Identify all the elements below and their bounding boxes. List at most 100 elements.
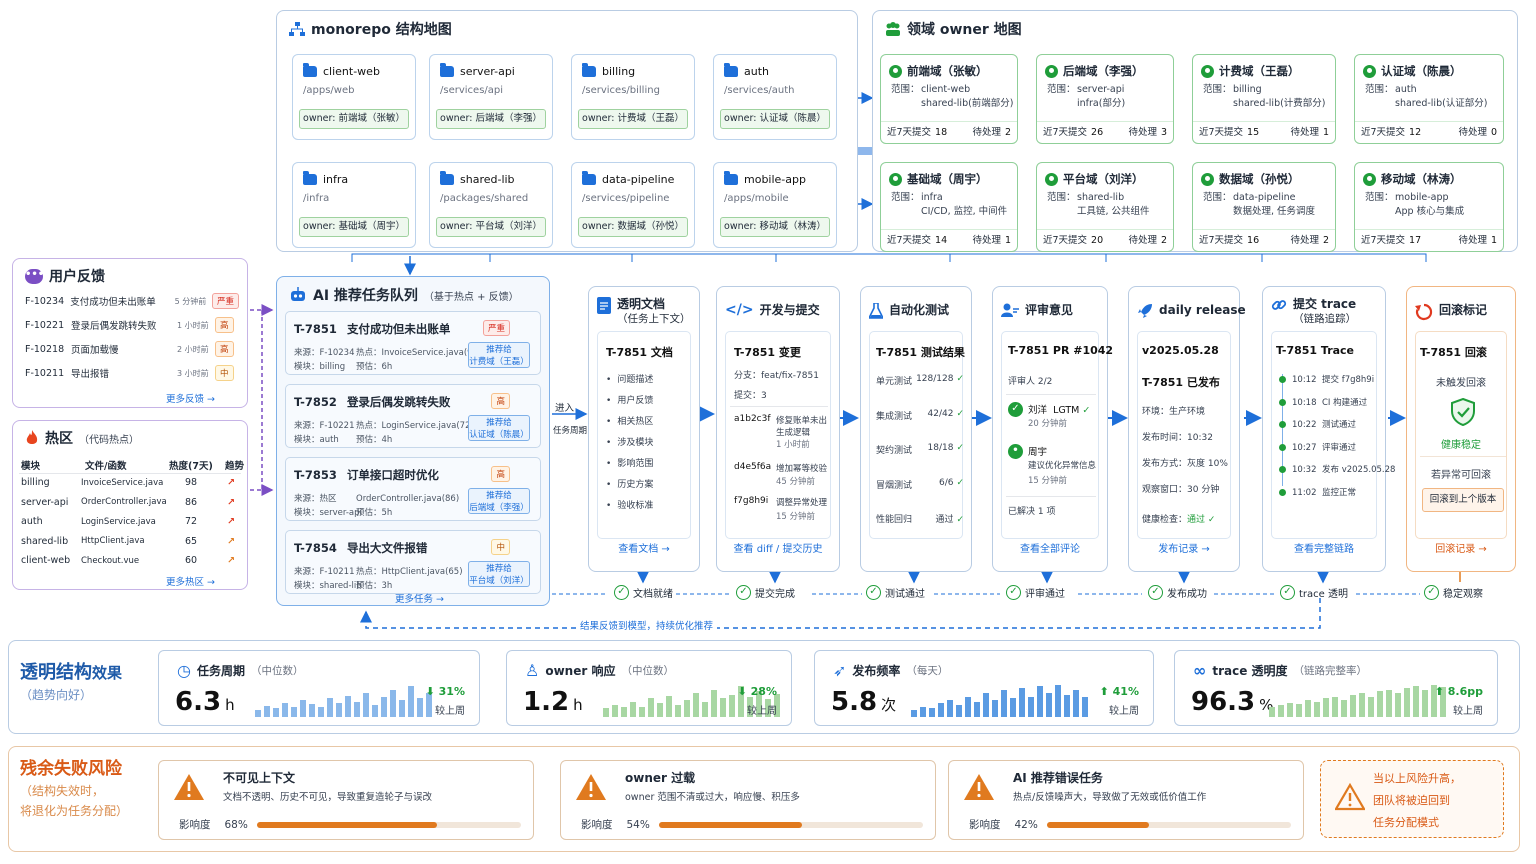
- recommend-badge[interactable]: 推荐给 后端域（李强）: [468, 488, 530, 514]
- scope-label: 范围：: [1365, 192, 1394, 203]
- hotspot-row[interactable]: client-web Checkout.vue 60 ↗: [21, 555, 243, 566]
- view-comments-link[interactable]: 查看全部评论: [993, 540, 1107, 555]
- owner-card[interactable]: 基础域（周宇） 范围：infra CI/CD, 监控, 中间件 近7天提交 14 待处理 1: [880, 162, 1018, 252]
- hotspot-row[interactable]: shared-lib HttpClient.java 65 ↗: [21, 536, 243, 547]
- owner-card[interactable]: 移动域（林涛） 范围：mobile-app App 核心与集成 近7天提交 17 待处理 1: [1354, 162, 1504, 252]
- task-card[interactable]: T-7852 登录后偶发跳转失败 高来源：F-10221 热点：LoginServic…: [285, 384, 541, 448]
- pending-stat: 待处理 2: [972, 122, 1011, 143]
- spark-bar: [309, 704, 315, 717]
- task-title: 导出大文件报错: [346, 541, 428, 555]
- pending-stat: 待处理 2: [1128, 230, 1167, 251]
- doc-item[interactable]: • 相关热区: [606, 414, 653, 427]
- view-doc-link[interactable]: 查看文档 →: [589, 540, 699, 555]
- folder-icon: [724, 171, 738, 185]
- doc-item[interactable]: • 涉及模块: [606, 435, 653, 448]
- task-card[interactable]: T-7853 订单接口超时优化 高来源：热区 OrderController.java…: [285, 457, 541, 521]
- hotspot-row[interactable]: billing InvoiceService.java 98 ↗: [21, 477, 243, 488]
- commit-hash[interactable]: a1b2c3f: [734, 414, 771, 424]
- owner-name-row: 数据域（孙悦）: [1201, 171, 1300, 187]
- enter-label: 进入: [555, 403, 575, 414]
- person-icon: [889, 64, 902, 78]
- hotspot-row[interactable]: auth LoginService.java 72 ↗: [21, 516, 243, 527]
- owner-card[interactable]: 计费域（王磊） 范围：billing shared-lib(计费部分) 近7天提交 15…: [1192, 54, 1336, 144]
- divider: [19, 473, 241, 474]
- feedback-item[interactable]: F-10218 页面加载慢 2 小时前高: [25, 341, 239, 357]
- recommend-owner: 认证域（陈晨）: [469, 430, 529, 440]
- feedback-item[interactable]: F-10221 登录后偶发跳转失败 1 小时前高: [25, 317, 239, 333]
- doc-item[interactable]: • 问题描述: [606, 372, 653, 385]
- doc-item[interactable]: • 历史方案: [606, 477, 653, 490]
- pending-label: 待处理: [1290, 235, 1319, 246]
- repo-card[interactable]: shared-lib/packages/shared owner: 平台域（刘洋）: [429, 162, 553, 248]
- more-feedback-link[interactable]: 更多反馈 →: [166, 391, 215, 405]
- spark-bar: [684, 700, 690, 717]
- scope-label: 范围：: [1203, 192, 1232, 203]
- spark-bar: [363, 693, 369, 717]
- view-trace-link[interactable]: 查看完整链路: [1263, 540, 1385, 555]
- bullet-icon: •: [606, 375, 612, 385]
- status-stable: ✓ 稳定观察: [1424, 585, 1483, 600]
- task-title: 订单接口超时优化: [346, 468, 439, 482]
- commit-hash[interactable]: f7g8h9i: [734, 496, 768, 506]
- feedback-item[interactable]: F-10234 支付成功但未出账单 5 分钟前 严重: [25, 293, 239, 309]
- owner-card[interactable]: 认证域（陈晨） 范围：auth shared-lib(认证部分) 近7天提交 12 待处理…: [1354, 54, 1504, 144]
- task-source: 来源：F-10211: [294, 567, 355, 577]
- rollback-button[interactable]: 回滚到上个版本: [1422, 488, 1504, 512]
- commit-stat: 近7天提交 16: [1199, 230, 1259, 251]
- release-records-link[interactable]: 发布记录 →: [1129, 540, 1239, 555]
- recommend-badge[interactable]: 推荐给 认证域（陈晨）: [468, 415, 530, 441]
- severity-badge: 严重: [211, 293, 239, 309]
- repo-card[interactable]: billing/services/billing owner: 计费域（王磊）: [571, 54, 695, 140]
- test-value: 6/6: [938, 477, 954, 488]
- metric-card: ∞ trace 透明度 （链路完整率） 96.3% ⬆ 8.6pp 较上周: [1174, 650, 1498, 726]
- commit-hash[interactable]: d4e5f6a: [734, 462, 771, 472]
- task-card[interactable]: T-7854 导出大文件报错 中来源：F-10211 热点：HttpClient.ja…: [285, 530, 541, 594]
- repo-card[interactable]: client-web/apps/web owner: 前端域（张敏）: [292, 54, 416, 140]
- impact-bar: [659, 822, 923, 828]
- spark-bar: [1377, 691, 1383, 717]
- arrow-down-icon: ⬇: [425, 685, 439, 698]
- commits-label: 近7天提交: [1199, 235, 1244, 246]
- owner-card[interactable]: 前端域（张敏） 范围：client-web shared-lib(前端部分) 近7天提…: [880, 54, 1018, 144]
- doc-item[interactable]: • 影响范围: [606, 456, 653, 469]
- test-result: 6/6 ✓: [939, 478, 964, 491]
- owner-name: 认证域（陈晨）: [1381, 64, 1462, 78]
- recommend-badge[interactable]: 推荐给 计费域（王磊）: [468, 342, 530, 368]
- rollback-records-link[interactable]: 回滚记录 →: [1407, 540, 1515, 555]
- hotspot-heat: 72: [185, 516, 198, 527]
- stage-trace-body: T-7851 Trace 10:12 提交 f7g8h9i 10:18 CI 构建通过…: [1271, 331, 1395, 539]
- metric-value-row: 6.3 h: [175, 687, 235, 717]
- repo-card[interactable]: server-api/services/api owner: 后端域（李强）: [429, 54, 553, 140]
- repo-card[interactable]: infra/infra owner: 基础域（周宇）: [292, 162, 416, 248]
- metric-unit: h: [225, 696, 235, 714]
- trace-desc: 测试通过: [1322, 420, 1357, 430]
- test-name: 契约测试: [876, 446, 913, 456]
- more-hotspot-link[interactable]: 更多热区 →: [166, 574, 215, 588]
- hotspot-row[interactable]: server-api OrderController.java 86 ↗: [21, 497, 243, 508]
- metric-delta: ⬆ 8.6pp 较上周: [1435, 685, 1483, 717]
- repo-card[interactable]: mobile-app/apps/mobile owner: 移动域（林涛）: [713, 162, 837, 248]
- view-diff-link[interactable]: 查看 diff / 提交历史: [717, 540, 839, 555]
- scope-label: 范围：: [1203, 84, 1232, 95]
- repo-card[interactable]: auth/services/auth owner: 认证域（陈晨）: [713, 54, 837, 140]
- doc-item[interactable]: • 验收标准: [606, 498, 653, 511]
- owner-card[interactable]: 平台域（刘洋） 范围：shared-lib 工具链, 公共组件 近7天提交 20 待处理 2: [1036, 162, 1174, 252]
- more-tasks-link[interactable]: 更多任务 →: [395, 591, 444, 605]
- code-icon: </>: [725, 302, 754, 318]
- hotspot-module: server-api: [21, 496, 69, 508]
- owner-card[interactable]: 后端域（李强） 范围：server-api infra(部分) 近7天提交 26 待处理 3: [1036, 54, 1174, 144]
- repo-card[interactable]: data-pipeline/services/pipeline owner: 数据…: [571, 162, 695, 248]
- spark-bar: [1395, 693, 1401, 717]
- recommend-badge[interactable]: 推荐给 平台域（刘洋）: [468, 561, 530, 587]
- scope-value: 数据处理, 任务调度: [1233, 206, 1316, 217]
- repo-owner-badge: owner: 认证域（陈晨）: [720, 109, 830, 129]
- spark-bar: [1422, 690, 1428, 717]
- task-card[interactable]: T-7851 支付成功但未出账单 严重 来源：F-10234 热点：InvoiceSer…: [285, 311, 541, 375]
- release-heading: T-7851 已发布: [1142, 376, 1220, 389]
- bullet-icon: •: [606, 438, 612, 448]
- commit-stat: 近7天提交 15: [1199, 122, 1259, 143]
- feedback-item[interactable]: F-10211 导出报错 3 小时前中: [25, 365, 239, 381]
- doc-item[interactable]: • 用户反馈: [606, 393, 653, 406]
- owner-card[interactable]: 数据域（孙悦） 范围：data-pipeline 数据处理, 任务调度 近7天提交 16…: [1192, 162, 1336, 252]
- spark-bar: [1359, 693, 1365, 717]
